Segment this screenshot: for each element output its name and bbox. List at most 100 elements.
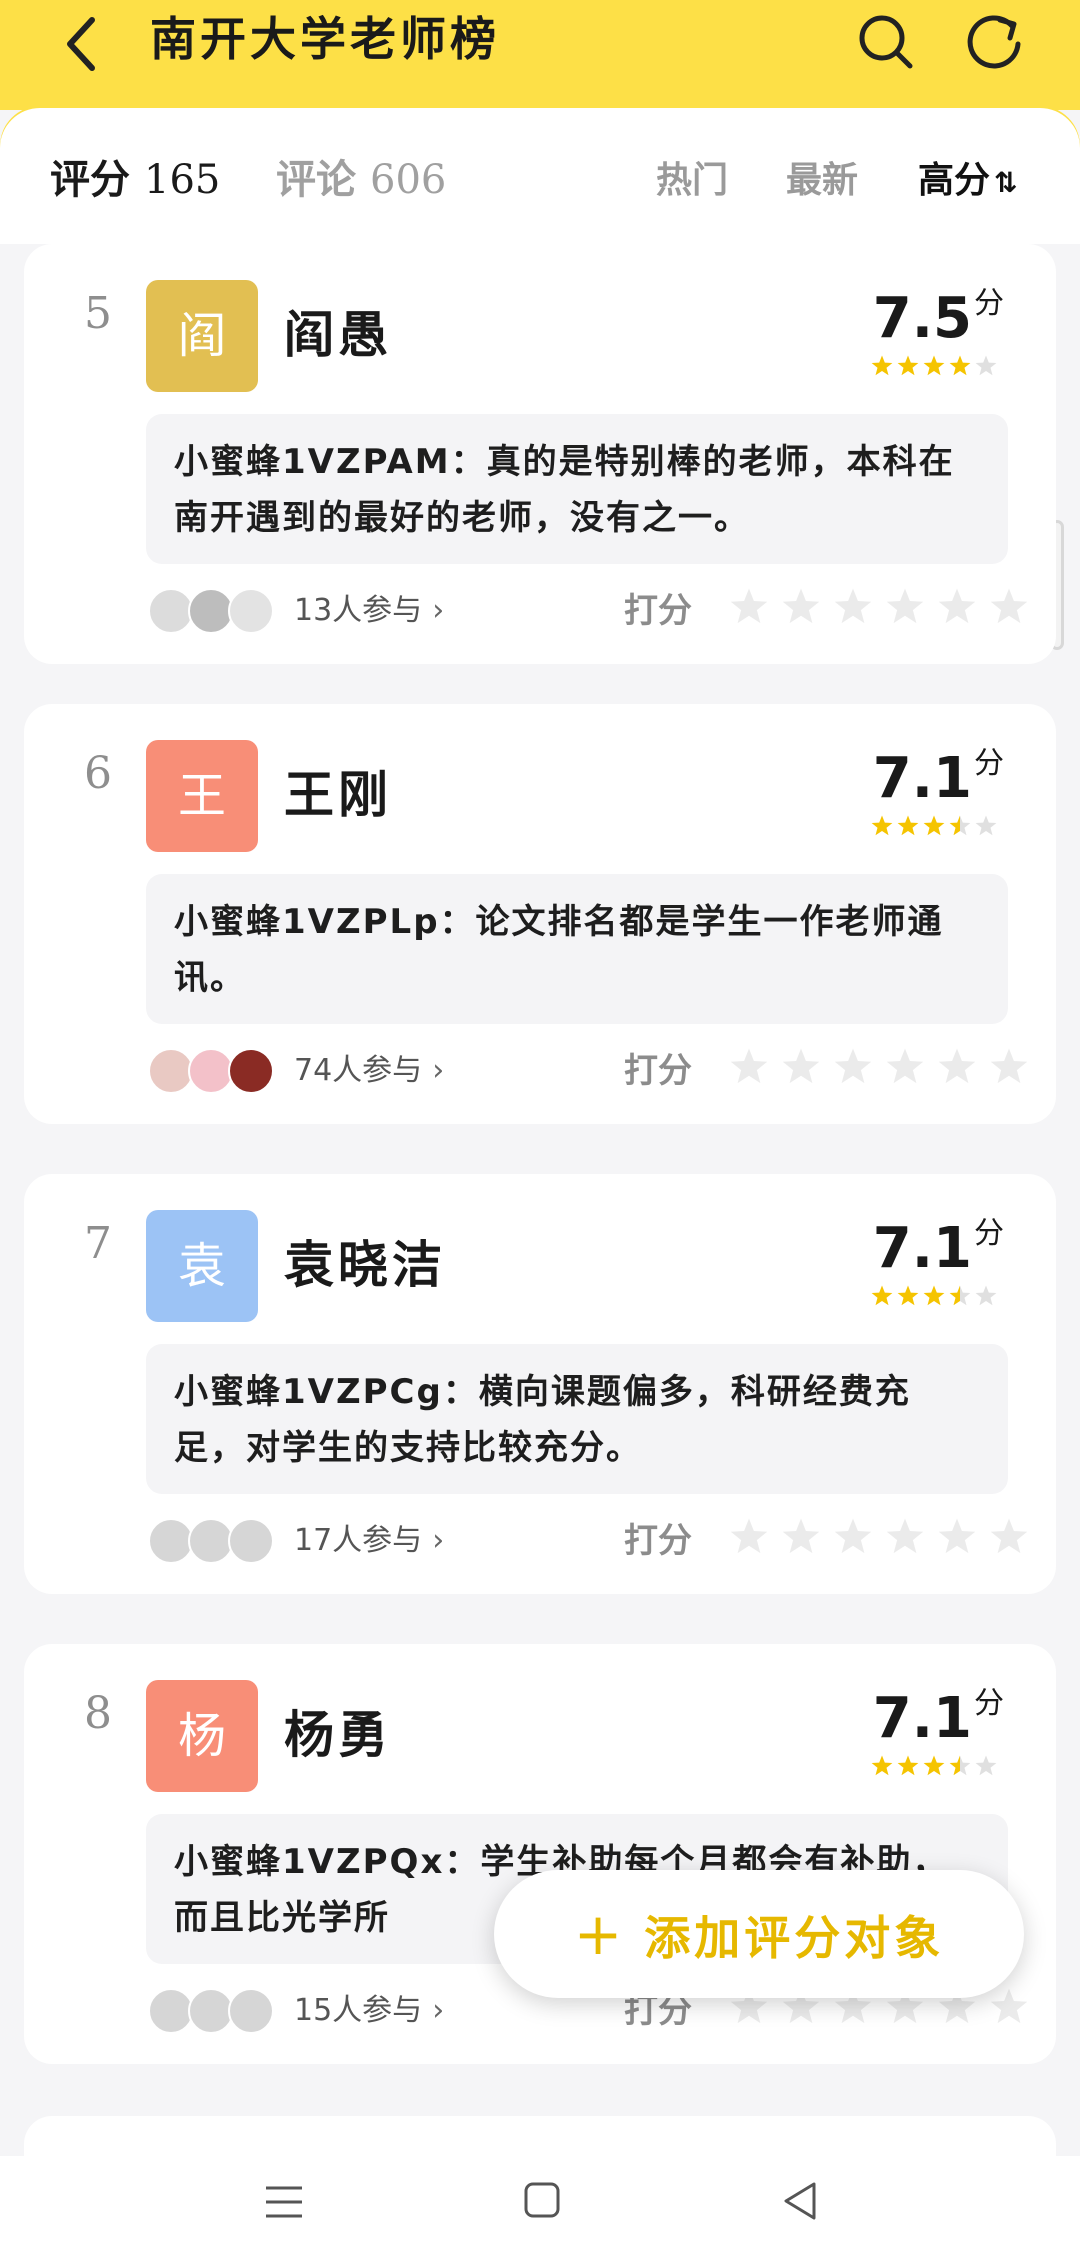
tab-rating[interactable]: 评分 165 xyxy=(50,154,220,206)
star-filled-icon xyxy=(871,355,893,376)
star-filled-icon xyxy=(897,355,919,376)
star-filled-icon xyxy=(897,1755,919,1776)
teacher-card[interactable]: 6 王 王刚 7.1 分 小蜜蜂1VZPLp：论文排名都是学生一作老师通讯。 7… xyxy=(24,704,1056,1124)
star-half-icon xyxy=(948,814,972,838)
page-title: 南开大学老师榜 xyxy=(150,12,500,66)
teacher-score: 7.5 xyxy=(872,286,972,351)
score-unit: 分 xyxy=(974,746,1004,781)
rate-star-icon[interactable] xyxy=(832,586,874,628)
tab-comment-count: 606 xyxy=(370,157,447,203)
rate-star-icon[interactable] xyxy=(884,586,926,628)
add-rating-object-label: 添加评分对象 xyxy=(644,1911,945,1965)
back-arrow-icon[interactable] xyxy=(52,8,112,78)
rate-stars[interactable] xyxy=(728,1516,1030,1558)
star-filled-icon xyxy=(897,815,919,836)
score-stars xyxy=(870,354,1004,380)
participants-link[interactable]: 13人参与 › xyxy=(294,588,444,634)
rate-star-icon[interactable] xyxy=(988,1046,1030,1088)
participant-avatars xyxy=(148,588,278,636)
rate-star-icon[interactable] xyxy=(728,1046,770,1088)
teacher-name: 杨勇 xyxy=(284,1706,392,1764)
star-filled-icon xyxy=(871,815,893,836)
sort-high-label: 高分 xyxy=(918,160,991,201)
star-empty-icon xyxy=(975,355,997,376)
refresh-icon[interactable] xyxy=(962,8,1028,74)
teacher-score: 7.1 xyxy=(872,746,972,811)
teacher-name: 阎愚 xyxy=(284,306,392,364)
teacher-avatar: 阎 xyxy=(146,280,258,392)
participant-avatar xyxy=(228,588,274,634)
rate-star-icon[interactable] xyxy=(936,586,978,628)
star-empty-icon xyxy=(975,1285,997,1306)
app-header: 南开大学老师榜 xyxy=(0,0,1080,110)
rate-stars[interactable] xyxy=(728,1046,1030,1088)
plus-icon: + xyxy=(573,1900,627,1968)
rank-number: 8 xyxy=(84,1688,112,1739)
participants-link[interactable]: 74人参与 › xyxy=(294,1048,444,1094)
rate-star-icon[interactable] xyxy=(884,1046,926,1088)
rate-label: 打分 xyxy=(624,591,692,631)
star-half-icon xyxy=(948,1754,972,1778)
rate-star-icon[interactable] xyxy=(780,586,822,628)
rate-star-icon[interactable] xyxy=(936,1516,978,1558)
nav-back-icon[interactable] xyxy=(780,2180,820,2222)
participants-link[interactable]: 15人参与 › xyxy=(294,1988,444,2034)
score-unit: 分 xyxy=(974,1686,1004,1721)
star-empty-icon xyxy=(975,815,997,836)
home-icon[interactable] xyxy=(522,2180,562,2220)
rate-star-icon[interactable] xyxy=(728,586,770,628)
top-comment[interactable]: 小蜜蜂1VZPLp：论文排名都是学生一作老师通讯。 xyxy=(146,874,1008,1024)
teacher-card[interactable]: 5 阎 阎愚 7.5 分 小蜜蜂1VZPAM：真的是特别棒的老师，本科在南开遇到… xyxy=(24,244,1056,664)
rank-number: 6 xyxy=(84,748,112,799)
score-unit: 分 xyxy=(974,286,1004,321)
teacher-score: 7.1 xyxy=(872,1216,972,1281)
score-stars xyxy=(870,1284,1004,1310)
rank-number: 7 xyxy=(84,1218,112,1269)
star-filled-icon xyxy=(871,1285,893,1306)
chevron-right-icon: › xyxy=(432,593,445,628)
rank-number: 5 xyxy=(84,288,112,339)
tab-rating-count: 165 xyxy=(144,157,221,203)
star-empty-icon xyxy=(975,1755,997,1776)
rate-label: 打分 xyxy=(624,1051,692,1091)
rate-star-icon[interactable] xyxy=(728,1516,770,1558)
card-footer: 17人参与 › 打分 xyxy=(148,1514,1028,1568)
top-comment[interactable]: 小蜜蜂1VZPCg：横向课题偏多，科研经费充足，对学生的支持比较充分。 xyxy=(146,1344,1008,1494)
participants-count: 17人参与 xyxy=(294,1523,423,1558)
rate-star-icon[interactable] xyxy=(780,1516,822,1558)
chevron-right-icon: › xyxy=(432,1523,445,1558)
chevron-right-icon: › xyxy=(432,1053,445,1088)
tab-comment-label: 评论 xyxy=(276,157,356,203)
participants-count: 74人参与 xyxy=(294,1053,423,1088)
rate-star-icon[interactable] xyxy=(988,1516,1030,1558)
add-rating-object-button[interactable]: + 添加评分对象 xyxy=(494,1870,1024,1998)
teacher-card[interactable]: 7 袁 袁晓洁 7.1 分 小蜜蜂1VZPCg：横向课题偏多，科研经费充足，对学… xyxy=(24,1174,1056,1594)
menu-icon[interactable] xyxy=(264,2182,304,2224)
rate-label: 打分 xyxy=(624,1521,692,1561)
participants-count: 13人参与 xyxy=(294,593,423,628)
teacher-avatar: 王 xyxy=(146,740,258,852)
star-filled-icon xyxy=(897,1285,919,1306)
rate-stars[interactable] xyxy=(728,586,1030,628)
rate-star-icon[interactable] xyxy=(988,586,1030,628)
tab-comment[interactable]: 评论 606 xyxy=(276,154,446,206)
rate-star-icon[interactable] xyxy=(884,1516,926,1558)
top-comment[interactable]: 小蜜蜂1VZPAM：真的是特别棒的老师，本科在南开遇到的最好的老师，没有之一。 xyxy=(146,414,1008,564)
chevron-right-icon: › xyxy=(432,1993,445,2028)
search-icon[interactable] xyxy=(852,8,918,74)
rate-star-icon[interactable] xyxy=(988,1986,1030,2028)
rate-star-icon[interactable] xyxy=(832,1046,874,1088)
star-filled-icon xyxy=(949,355,971,376)
star-filled-icon xyxy=(923,1285,945,1306)
rate-star-icon[interactable] xyxy=(832,1516,874,1558)
participants-link[interactable]: 17人参与 › xyxy=(294,1518,444,1564)
rate-star-icon[interactable] xyxy=(936,1046,978,1088)
sort-high[interactable]: 高分 ⇅ xyxy=(918,156,1017,208)
system-nav-bar xyxy=(0,2156,1080,2249)
rate-star-icon[interactable] xyxy=(780,1046,822,1088)
sort-latest[interactable]: 最新 xyxy=(786,156,858,206)
card-footer: 13人参与 › 打分 xyxy=(148,584,1028,638)
teacher-card[interactable]: 8 杨 杨勇 7.1 分 小蜜蜂1VZPQx：学生补助每个月都会有补助，而且比光… xyxy=(24,1644,1056,2064)
sort-hot[interactable]: 热门 xyxy=(656,156,728,206)
participant-avatar xyxy=(228,1988,274,2034)
